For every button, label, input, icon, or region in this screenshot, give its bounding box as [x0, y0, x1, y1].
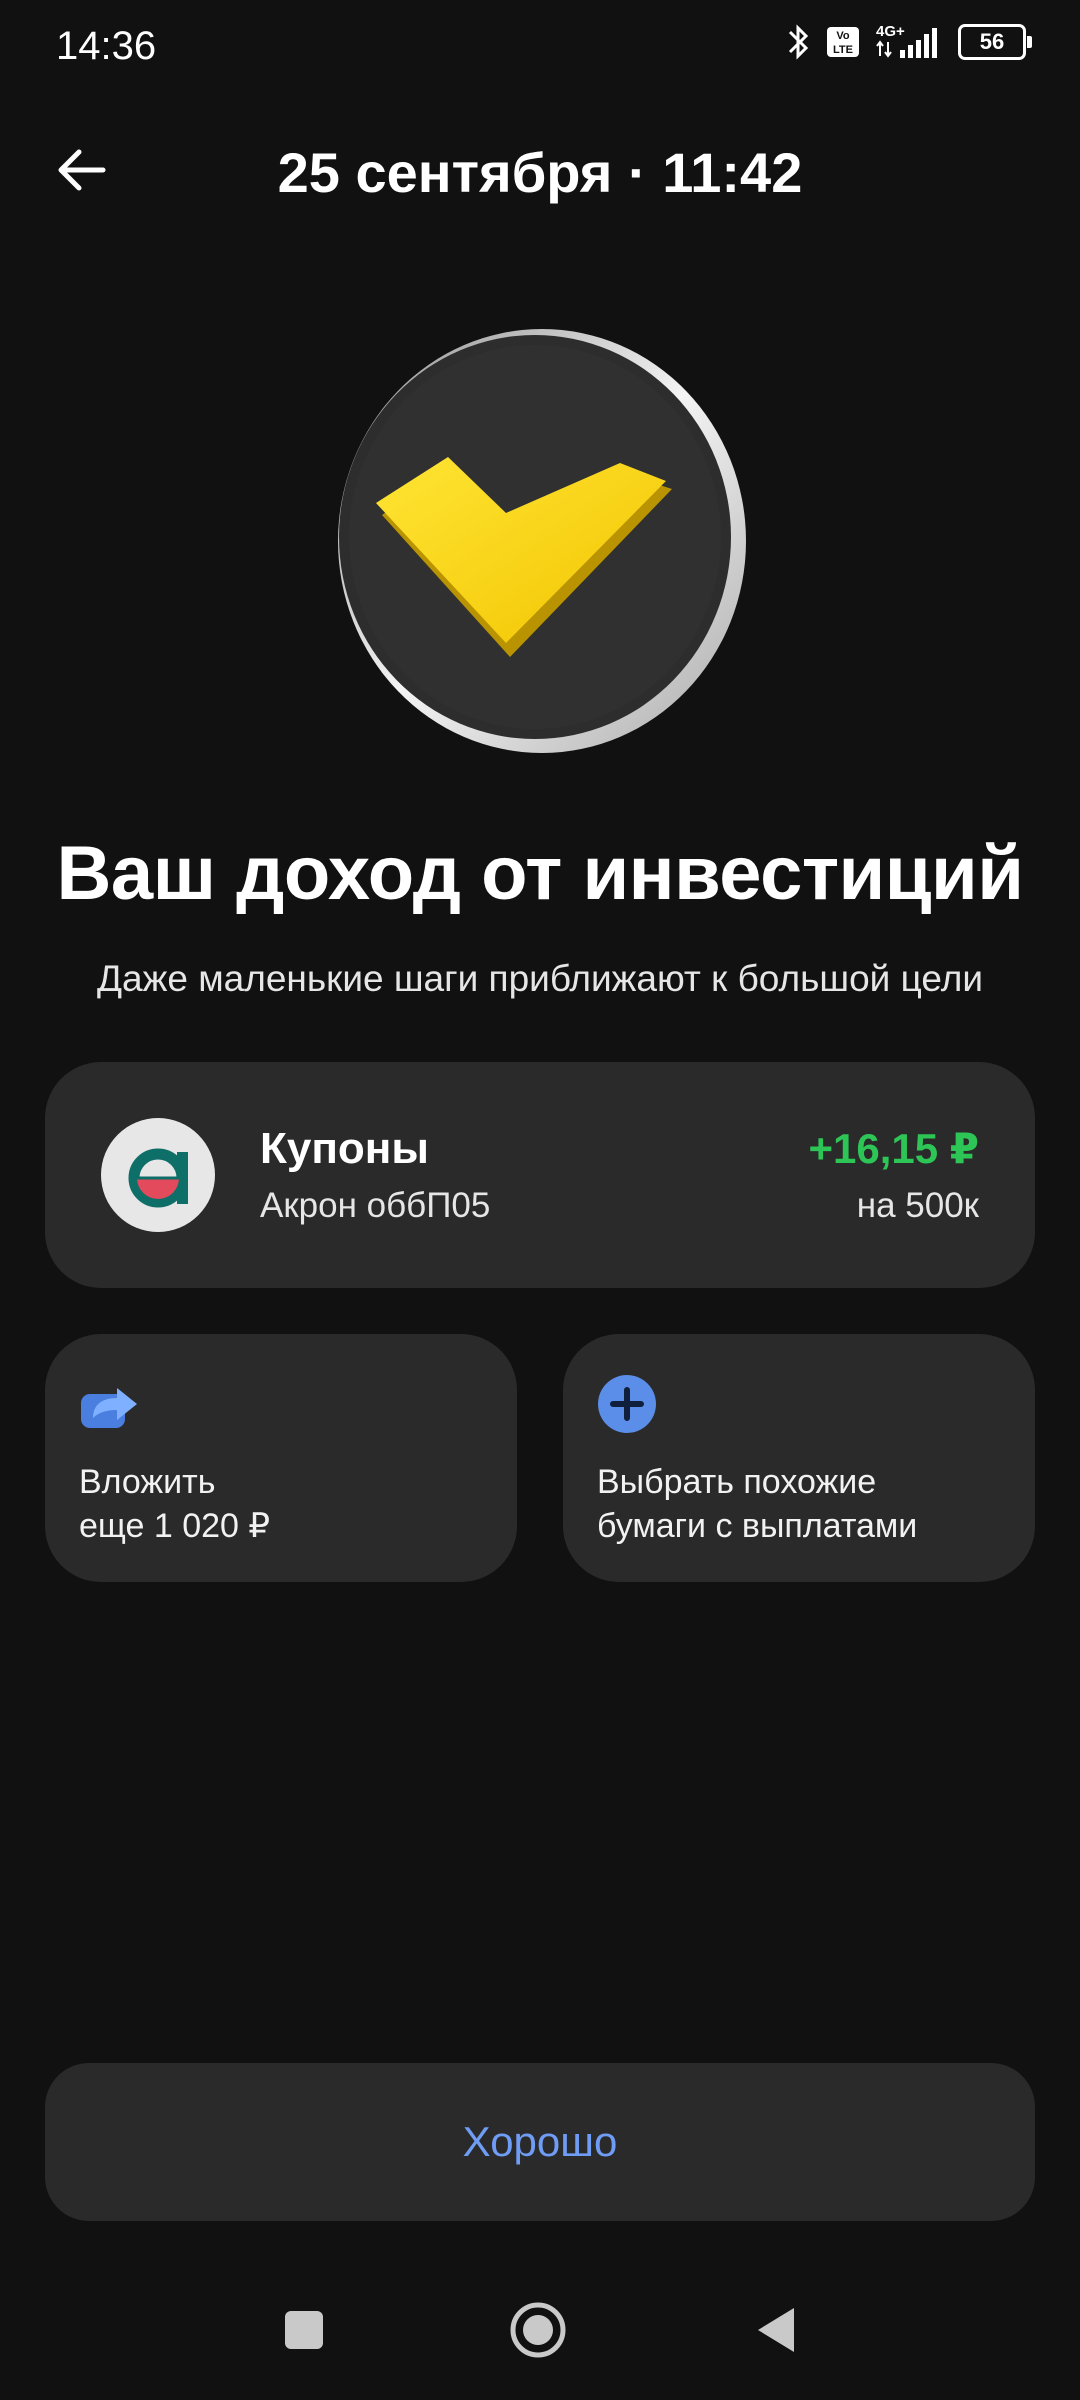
- status-icons: Vo LTE 4G+ 56: [786, 22, 1032, 62]
- invest-more-line2: еще 1 020 ₽: [79, 1507, 271, 1545]
- ok-button[interactable]: Хорошо: [45, 2063, 1035, 2221]
- plus-circle-icon: [598, 1375, 656, 1433]
- coupon-note: на 500к: [856, 1186, 979, 1225]
- subtitle: Даже маленькие шаги приближают к большой…: [97, 958, 983, 999]
- svg-text:4G+: 4G+: [876, 23, 905, 40]
- signal-icon: 4G+: [876, 23, 937, 58]
- main-title: Ваш доход от инвестиций: [56, 831, 1024, 916]
- coupon-title: Купоны: [260, 1124, 429, 1173]
- battery-level: 56: [979, 29, 1005, 54]
- triangle-back-icon: [758, 2308, 794, 2352]
- status-time: 14:36: [56, 24, 157, 68]
- invest-more-line1: Вложить: [79, 1463, 216, 1501]
- choose-similar-button[interactable]: Выбрать похожие бумаги с выплатами: [563, 1334, 1035, 1582]
- page-title: 25 сентября · 11:42: [277, 141, 803, 204]
- square-icon: [285, 2311, 323, 2349]
- coupon-card[interactable]: Купоны Акрон обб­П05 +16,15 ₽ на 500к: [45, 1062, 1035, 1288]
- battery-icon: 56: [958, 24, 1032, 60]
- checkmark-coin-illustration: [330, 325, 750, 755]
- header: 25 сентября · 11:42: [0, 120, 1080, 220]
- svg-text:Vo: Vo: [836, 30, 850, 42]
- coupon-amount: +16,15 ₽: [808, 1125, 979, 1172]
- system-nav-bar: [0, 2280, 1080, 2380]
- share-arrow-icon: [81, 1388, 137, 1428]
- status-bar: 14:36 Vo LTE 4G+ 56: [0, 0, 1080, 90]
- choose-similar-line2: бумаги с выплатами: [597, 1507, 918, 1545]
- invest-more-button[interactable]: Вложить еще 1 020 ₽: [45, 1334, 517, 1582]
- coupon-security: Акрон обб­П05: [260, 1186, 491, 1225]
- circle-icon: [510, 2302, 566, 2358]
- recent-apps-button[interactable]: [274, 2300, 334, 2360]
- volte-icon: Vo LTE: [827, 27, 859, 57]
- bluetooth-icon: [788, 24, 809, 60]
- akron-logo: [101, 1118, 215, 1232]
- choose-similar-line1: Выбрать похожие: [597, 1463, 877, 1501]
- home-button[interactable]: [508, 2300, 568, 2360]
- back-nav-button[interactable]: [746, 2300, 806, 2360]
- svg-text:LTE: LTE: [833, 44, 853, 56]
